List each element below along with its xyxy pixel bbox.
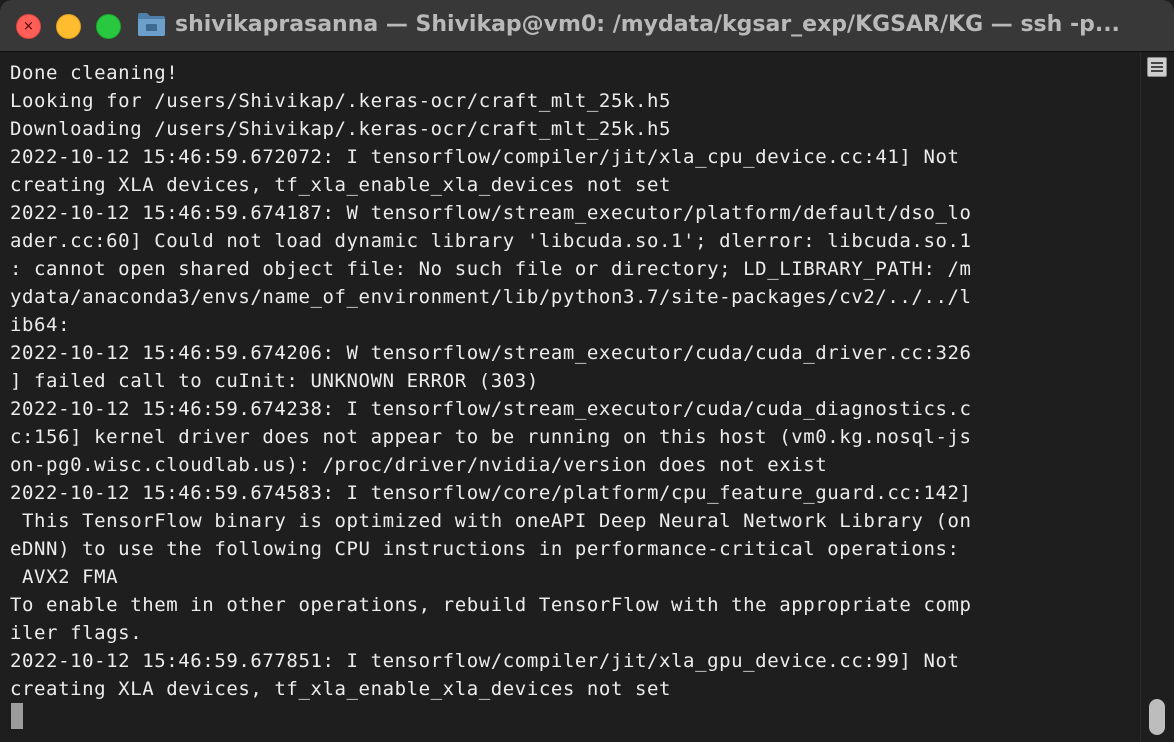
close-button[interactable]: × <box>16 14 41 39</box>
minimize-icon <box>57 15 80 38</box>
text-cursor <box>11 703 23 729</box>
terminal-window: × shivikaprasanna — Shivikap@vm0: /mydat… <box>0 0 1174 742</box>
close-icon: × <box>23 19 34 34</box>
window-title: shivikaprasanna — Shivikap@vm0: /mydata/… <box>175 12 1120 37</box>
folder-icon <box>138 13 165 36</box>
terminal-content[interactable]: Done cleaning! Looking for /users/Shivik… <box>0 53 1140 742</box>
minimize-button[interactable] <box>56 14 81 39</box>
scroll-thumb[interactable] <box>1149 699 1165 735</box>
list-lines-icon[interactable] <box>1147 57 1167 77</box>
title-bar[interactable]: × shivikaprasanna — Shivikap@vm0: /mydat… <box>0 0 1174 52</box>
zoom-button[interactable] <box>96 14 121 39</box>
scrollbar[interactable] <box>1140 53 1174 742</box>
terminal-output: Done cleaning! Looking for /users/Shivik… <box>10 62 972 700</box>
zoom-icon <box>97 15 120 38</box>
